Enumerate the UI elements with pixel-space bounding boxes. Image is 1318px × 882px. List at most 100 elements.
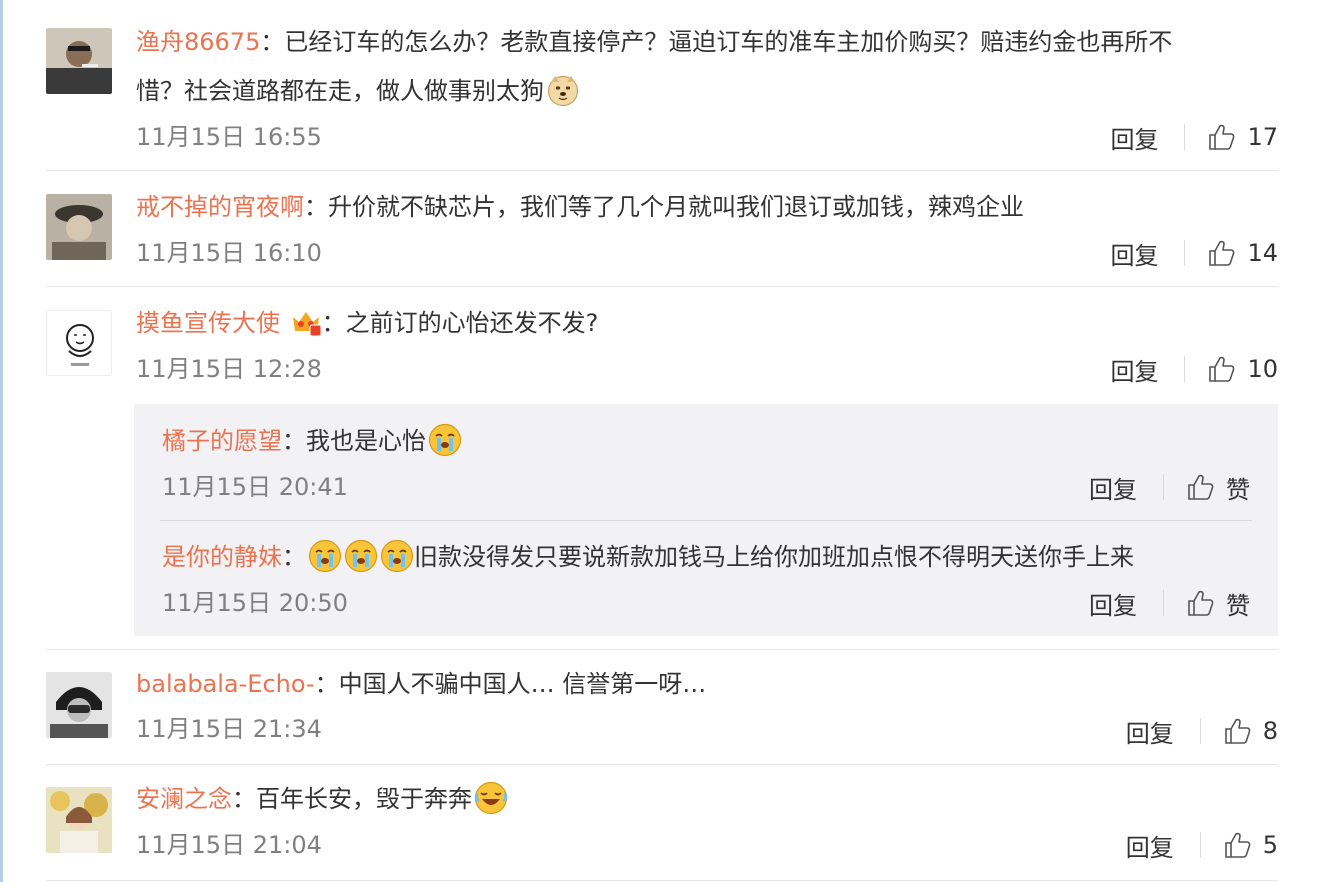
username[interactable]: 渔舟86675 xyxy=(136,28,260,56)
like-count: 17 xyxy=(1247,123,1278,151)
like-count: 10 xyxy=(1247,355,1278,383)
comment-body-cont: 惜？社会道路都在走，做人做事别太狗 xyxy=(136,77,544,105)
crown-badge-icon[interactable] xyxy=(290,307,322,337)
like-button[interactable]: 5 xyxy=(1223,830,1278,860)
comment-body: 已经订车的怎么办？老款直接停产？逼迫订车的准车主加价购买？赔违约金也再所不 xyxy=(284,28,1173,56)
divider xyxy=(46,880,1278,881)
reply-body: 我也是心怡 xyxy=(306,427,426,455)
action-divider xyxy=(1199,718,1201,744)
like-button[interactable]: 8 xyxy=(1223,716,1278,746)
action-divider xyxy=(1163,474,1164,500)
username[interactable]: 摸鱼宣传大使 xyxy=(136,309,280,337)
comment-body: 百年长安，毁于奔奔 xyxy=(256,785,472,813)
avatar[interactable] xyxy=(46,672,112,738)
action-divider xyxy=(1199,832,1201,858)
separator: ： xyxy=(314,670,339,698)
like-count: 8 xyxy=(1262,717,1278,745)
like-button[interactable]: 14 xyxy=(1207,238,1278,268)
comment-actions: 回复 5 xyxy=(1126,828,1278,863)
username[interactable]: balabala-Echo- xyxy=(136,670,315,698)
thumbs-up-icon xyxy=(1207,354,1237,384)
timestamp: 11月15日 16:10 xyxy=(136,239,322,267)
thumbs-up-icon xyxy=(1186,472,1216,502)
comment-text: 安澜之念：百年长安，毁于奔奔 xyxy=(136,777,1278,821)
reply-button[interactable]: 回复 xyxy=(1126,714,1174,749)
action-divider xyxy=(1163,590,1164,616)
thumbs-up-icon xyxy=(1223,830,1253,860)
separator: ： xyxy=(282,427,306,455)
left-border xyxy=(0,0,3,882)
comment-item: 安澜之念：百年长安，毁于奔奔 11月15日 21:04 回复 5 xyxy=(46,765,1278,882)
separator: ： xyxy=(321,309,346,337)
reply-button[interactable]: 回复 xyxy=(1089,470,1137,505)
action-divider xyxy=(1184,124,1186,150)
comment-text: 摸鱼宣传大使 ：之前订的心怡还发不发? xyxy=(136,301,1278,345)
reply-button[interactable]: 回复 xyxy=(1110,352,1158,387)
like-button[interactable]: 赞 xyxy=(1186,470,1250,505)
separator: ： xyxy=(282,543,306,571)
action-divider xyxy=(1184,356,1186,382)
crying-emoji-icon xyxy=(380,539,414,573)
username[interactable]: 是你的静妹 xyxy=(162,543,282,571)
reply-actions: 回复 赞 xyxy=(1089,586,1250,621)
comment-actions: 回复 17 xyxy=(1110,120,1278,155)
like-label: 赞 xyxy=(1226,475,1250,504)
crying-emoji-icon xyxy=(308,539,342,573)
like-count: 5 xyxy=(1262,831,1278,859)
crying-emoji-icon xyxy=(428,423,462,457)
laugh-cry-emoji-icon xyxy=(474,781,508,815)
thumbs-up-icon xyxy=(1207,238,1237,268)
timestamp: 11月15日 21:04 xyxy=(136,831,322,859)
avatar[interactable] xyxy=(46,28,112,94)
reply-text: 是你的静妹： 旧款没得发只要说新款加钱马上给你加班加点恨不得明天送你手上来 xyxy=(162,535,1250,579)
avatar[interactable] xyxy=(46,787,112,853)
comment-body: 升价就不缺芯片，我们等了几个月就叫我们退订或加钱，辣鸡企业 xyxy=(328,193,1024,221)
avatar[interactable] xyxy=(46,194,112,260)
comment-item: 渔舟86675：已经订车的怎么办？老款直接停产？逼迫订车的准车主加价购买？赔违约… xyxy=(46,0,1278,170)
comment-text-cont: 惜？社会道路都在走，做人做事别太狗 xyxy=(136,69,1278,113)
comment-item: 戒不掉的宵夜啊：升价就不缺芯片，我们等了几个月就叫我们退订或加钱，辣鸡企业 11… xyxy=(46,171,1278,286)
comment-actions: 回复 14 xyxy=(1110,236,1278,271)
reply-button[interactable]: 回复 xyxy=(1126,828,1174,863)
thumbs-up-icon xyxy=(1186,588,1216,618)
comment-body: 中国人不骗中国人… 信誉第一呀… xyxy=(338,670,707,698)
username[interactable]: 橘子的愿望 xyxy=(162,427,282,455)
comment-body: 之前订的心怡还发不发? xyxy=(345,309,599,337)
thumbs-up-icon xyxy=(1207,122,1237,152)
reply-actions: 回复 赞 xyxy=(1089,470,1250,505)
separator: ： xyxy=(232,785,256,813)
comment-actions: 回复 8 xyxy=(1126,714,1278,749)
separator: ： xyxy=(260,28,285,56)
comment-item: balabala-Echo-：中国人不骗中国人… 信誉第一呀… 11月15日 2… xyxy=(46,650,1278,764)
timestamp: 11月15日 20:41 xyxy=(162,473,348,501)
username[interactable]: 安澜之念 xyxy=(136,785,232,813)
timestamp: 11月15日 21:34 xyxy=(136,715,322,743)
timestamp: 11月15日 16:55 xyxy=(136,123,322,151)
thumbs-up-icon xyxy=(1223,716,1253,746)
comment-text: 渔舟86675：已经订车的怎么办？老款直接停产？逼迫订车的准车主加价购买？赔违约… xyxy=(136,20,1278,64)
reply-text: 橘子的愿望：我也是心怡 xyxy=(162,419,1250,463)
reply-item: 橘子的愿望：我也是心怡 11月15日 20:41 回复 赞 xyxy=(162,404,1250,520)
timestamp: 11月15日 20:50 xyxy=(162,589,348,617)
like-button[interactable]: 赞 xyxy=(1186,586,1250,621)
comment-text: 戒不掉的宵夜啊：升价就不缺芯片，我们等了几个月就叫我们退订或加钱，辣鸡企业 xyxy=(136,185,1278,229)
like-button[interactable]: 17 xyxy=(1207,122,1278,152)
reply-button[interactable]: 回复 xyxy=(1110,120,1158,155)
reply-button[interactable]: 回复 xyxy=(1089,586,1137,621)
reply-thread: 橘子的愿望：我也是心怡 11月15日 20:41 回复 赞 是你的静妹： 旧款没得… xyxy=(134,404,1278,636)
reply-body: 旧款没得发只要说新款加钱马上给你加班加点恨不得明天送你手上来 xyxy=(414,543,1134,571)
reply-item: 是你的静妹： 旧款没得发只要说新款加钱马上给你加班加点恨不得明天送你手上来 11月… xyxy=(162,521,1250,636)
action-divider xyxy=(1184,240,1186,266)
comment-text: balabala-Echo-：中国人不骗中国人… 信誉第一呀… xyxy=(136,662,1278,706)
separator: ： xyxy=(304,193,328,221)
like-button[interactable]: 10 xyxy=(1207,354,1278,384)
like-count: 14 xyxy=(1247,239,1278,267)
reply-button[interactable]: 回复 xyxy=(1110,236,1158,271)
crying-emoji-icon xyxy=(344,539,378,573)
timestamp: 11月15日 12:28 xyxy=(136,355,322,383)
like-label: 赞 xyxy=(1226,591,1250,620)
avatar[interactable] xyxy=(46,310,112,376)
comment-actions: 回复 10 xyxy=(1110,352,1278,387)
username[interactable]: 戒不掉的宵夜啊 xyxy=(136,193,304,221)
doge-emoji-icon xyxy=(546,73,580,107)
